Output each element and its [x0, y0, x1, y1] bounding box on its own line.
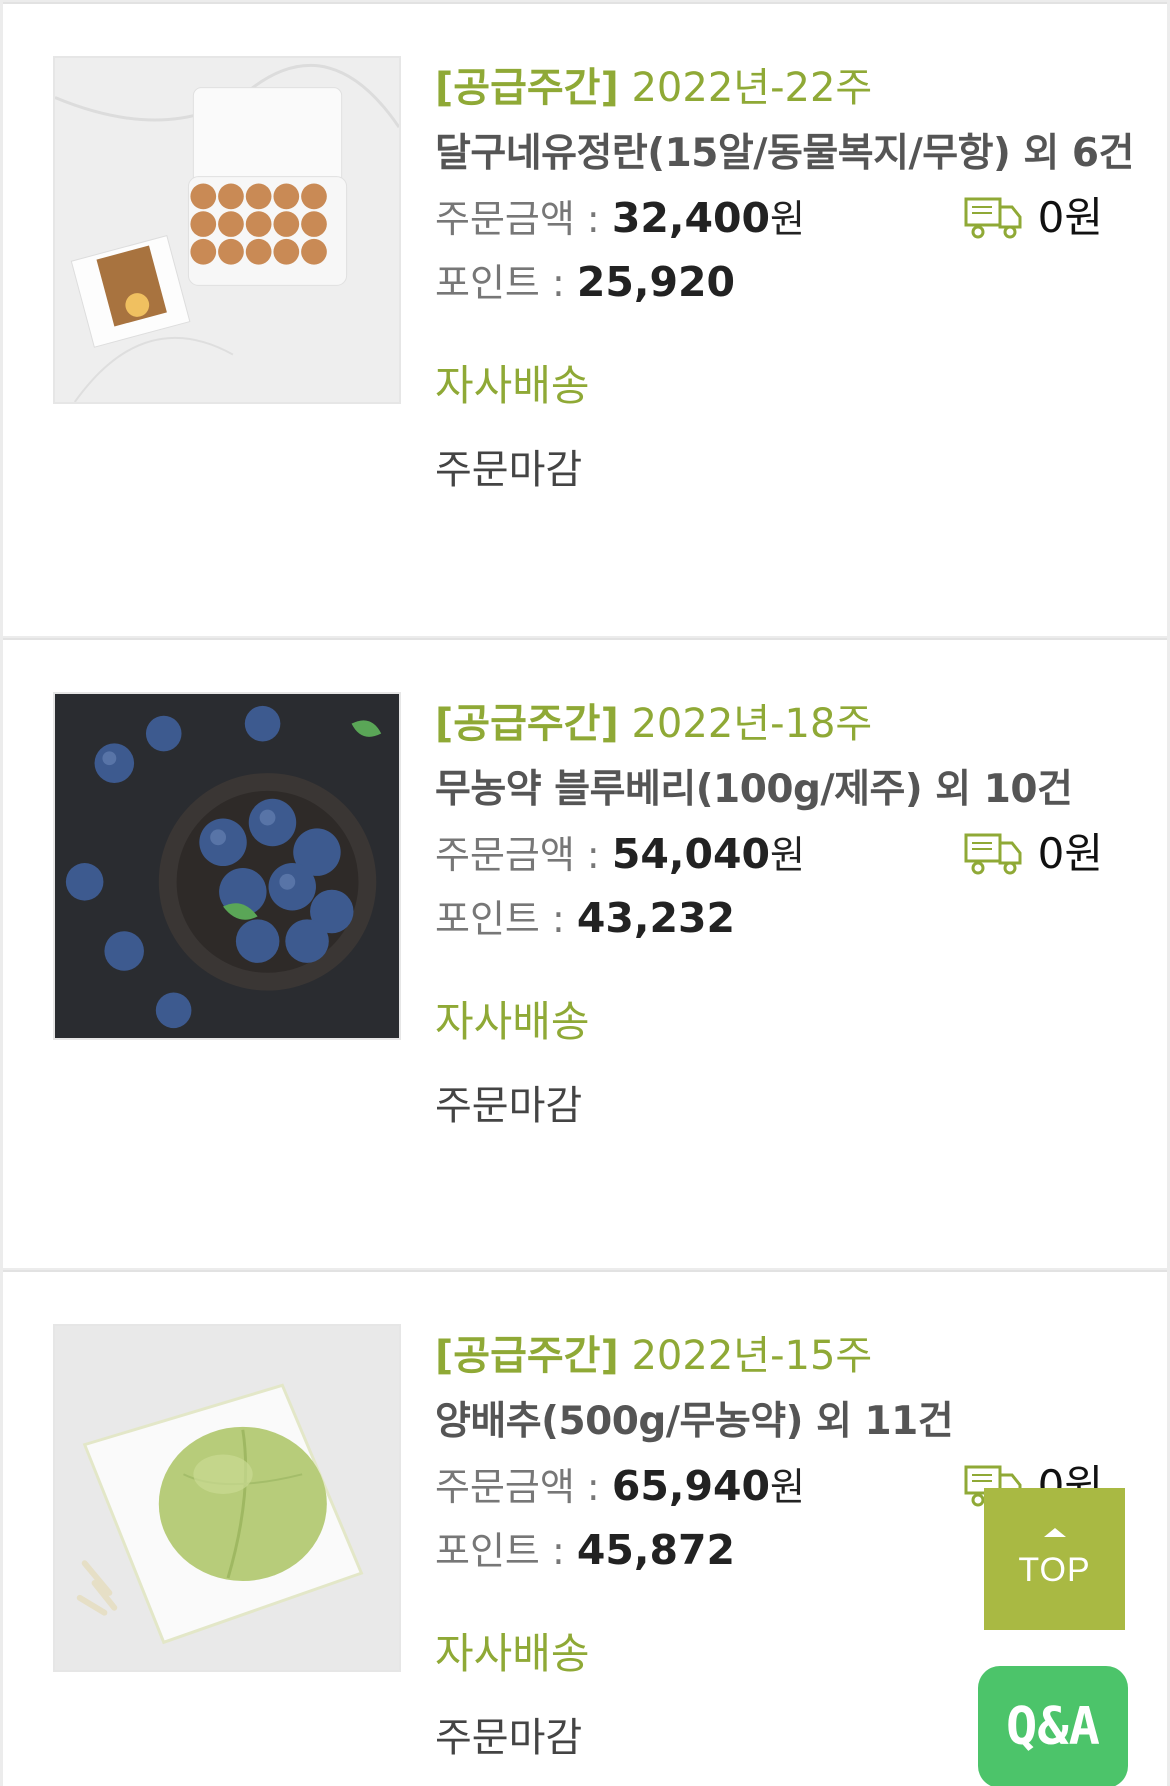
order-history-list: [공급주간] 2022년-22주 달구네유정란(15알/동물복지/무항) 외 6… — [0, 0, 1170, 1786]
order-amount-row: 주문금액 : 32,400원 0원 — [435, 186, 1135, 250]
cabbage-photo-icon — [55, 1326, 399, 1670]
supply-week-tag: [공급주간] — [435, 1333, 619, 1379]
supply-week: [공급주간] 2022년-18주 — [435, 694, 1135, 758]
order-amount-label: 주문금액 : — [435, 1465, 612, 1509]
arrow-up-icon — [1043, 1528, 1066, 1537]
supply-week-tag: [공급주간] — [435, 701, 619, 747]
product-thumbnail-cabbage[interactable] — [53, 1324, 401, 1672]
points-row: 포인트 : 25,920 — [435, 250, 1135, 314]
truck-icon — [964, 833, 1022, 875]
scroll-top-label: TOP — [1018, 1551, 1091, 1589]
supply-week-value: 2022년-18주 — [631, 701, 873, 747]
scroll-top-button[interactable]: TOP — [984, 1488, 1125, 1630]
product-thumbnail-blueberries[interactable] — [53, 692, 401, 1040]
order-amount-unit: 원 — [770, 197, 805, 241]
order-status: 주문마감 — [435, 1083, 583, 1129]
eggs-photo-icon — [55, 58, 399, 402]
order-amount-label: 주문금액 : — [435, 197, 612, 241]
supply-week-value: 2022년-22주 — [631, 65, 873, 111]
points-value: 43,232 — [576, 894, 736, 942]
points-label: 포인트 : — [435, 1529, 577, 1573]
truck-icon — [964, 197, 1022, 239]
blueberries-photo-icon — [55, 694, 399, 1038]
product-thumbnail-eggs[interactable] — [53, 56, 401, 404]
order-amount-unit: 원 — [770, 833, 805, 877]
product-name[interactable]: 양배추(500g/무농약) 외 11건 — [435, 1390, 1135, 1454]
order-amount-unit: 원 — [770, 1465, 805, 1509]
product-name[interactable]: 무농약 블루베리(100g/제주) 외 10건 — [435, 758, 1135, 822]
order-info: [공급주간] 2022년-18주 무농약 블루베리(100g/제주) 외 10건… — [435, 694, 1135, 1138]
points-row: 포인트 : 43,232 — [435, 886, 1135, 950]
shipping-fee-value: 0원 — [1037, 829, 1103, 878]
order-amount-value: 32,400 — [611, 194, 771, 242]
order-card[interactable]: [공급주간] 2022년-18주 무농약 블루베리(100g/제주) 외 10건… — [3, 638, 1167, 1268]
points-label: 포인트 : — [435, 897, 577, 941]
delivery-type: 자사배송 — [435, 361, 590, 410]
supply-week: [공급주간] 2022년-15주 — [435, 1326, 1135, 1390]
order-amount-row: 주문금액 : 54,040원 0원 — [435, 822, 1135, 886]
qa-label: Q&A — [1006, 1697, 1100, 1757]
product-name[interactable]: 달구네유정란(15알/동물복지/무항) 외 6건 — [435, 122, 1135, 186]
points-value: 45,872 — [576, 1526, 736, 1574]
delivery-type: 자사배송 — [435, 997, 590, 1046]
supply-week-tag: [공급주간] — [435, 65, 619, 111]
shipping-fee: 0원 — [964, 186, 1103, 250]
points-label: 포인트 : — [435, 261, 577, 305]
qa-button[interactable]: Q&A — [978, 1666, 1128, 1786]
shipping-fee: 0원 — [964, 822, 1103, 886]
shipping-fee-value: 0원 — [1037, 193, 1103, 242]
order-amount-value: 54,040 — [611, 830, 771, 878]
order-card[interactable]: [공급주간] 2022년-22주 달구네유정란(15알/동물복지/무항) 외 6… — [3, 2, 1167, 636]
order-info: [공급주간] 2022년-22주 달구네유정란(15알/동물복지/무항) 외 6… — [435, 58, 1135, 502]
order-amount-value: 65,940 — [611, 1462, 771, 1510]
supply-week-value: 2022년-15주 — [631, 1333, 873, 1379]
order-amount-label: 주문금액 : — [435, 833, 612, 877]
order-status: 주문마감 — [435, 447, 583, 493]
points-value: 25,920 — [576, 258, 736, 306]
supply-week: [공급주간] 2022년-22주 — [435, 58, 1135, 122]
